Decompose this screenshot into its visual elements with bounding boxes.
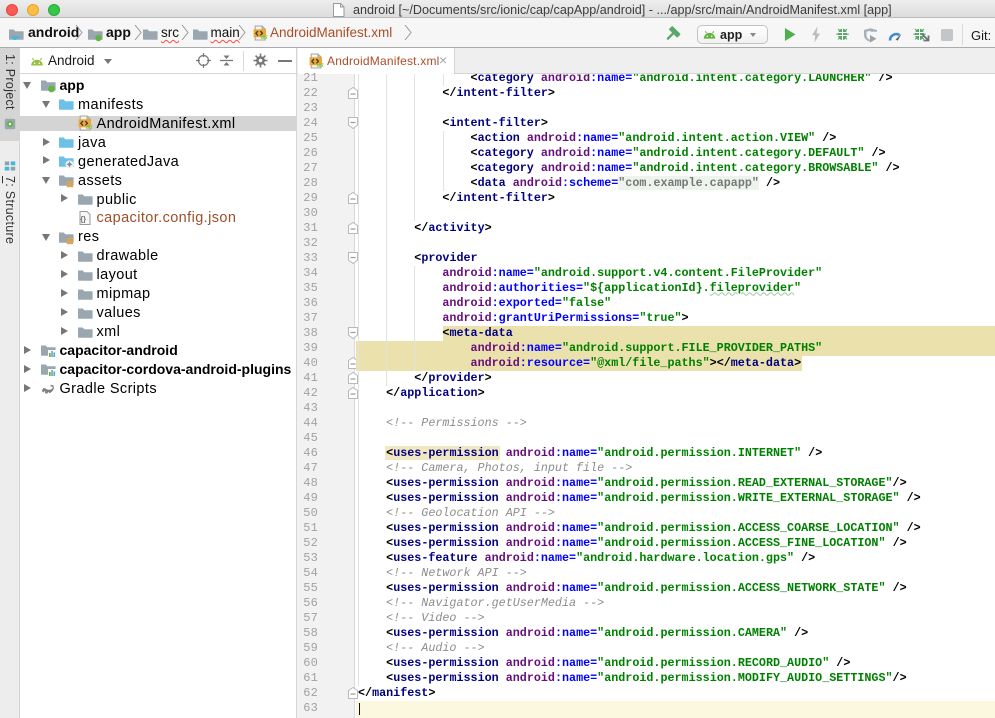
svg-text:{}: {} (80, 214, 86, 223)
